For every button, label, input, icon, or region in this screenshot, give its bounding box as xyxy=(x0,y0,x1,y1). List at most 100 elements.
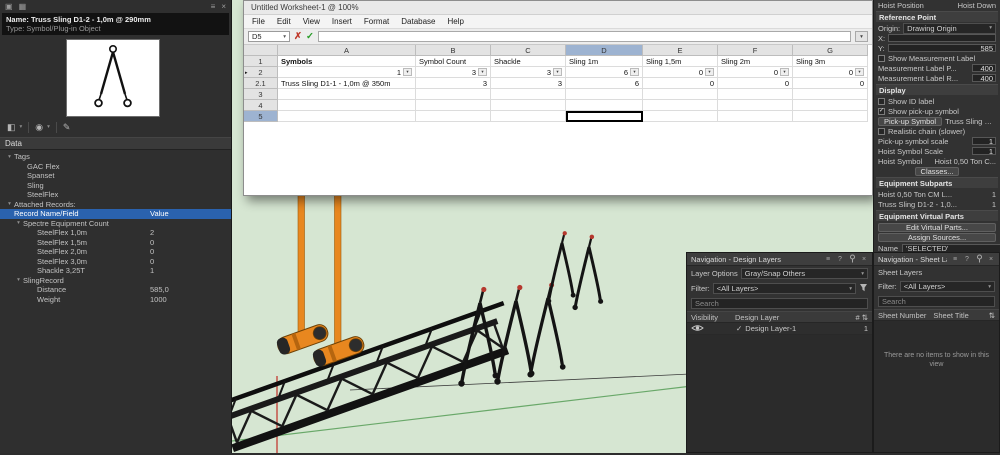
cell-e1[interactable]: Sling 1,5m xyxy=(643,56,718,67)
measurement-label-p-field[interactable]: 400 xyxy=(972,64,996,72)
formula-dropdown-icon[interactable]: ▾ xyxy=(855,31,868,42)
cell[interactable] xyxy=(491,89,566,100)
db-dropdown-icon[interactable]: ▾ xyxy=(705,68,714,76)
column-header-e[interactable]: E xyxy=(643,45,718,56)
cell-g1[interactable]: Sling 3m xyxy=(793,56,868,67)
formula-input[interactable] xyxy=(318,31,851,42)
cell[interactable] xyxy=(278,111,416,122)
menu-help[interactable]: Help xyxy=(448,17,464,26)
cell[interactable] xyxy=(643,100,718,111)
cell-b2[interactable]: 3 ▾ xyxy=(416,67,491,78)
style-dropdown-icon[interactable]: ▾ xyxy=(20,124,23,130)
cell[interactable] xyxy=(793,111,868,122)
tree-group-attached-records[interactable]: ▾ Attached Records: xyxy=(0,200,231,210)
cell-g2[interactable]: 0 ▾ xyxy=(793,67,868,78)
cell[interactable] xyxy=(491,111,566,122)
pickup-symbol-button[interactable]: Pick-up Symbol xyxy=(878,117,942,126)
y-field[interactable]: 585 xyxy=(888,44,996,52)
column-header-g[interactable]: G xyxy=(793,45,868,56)
column-header-a[interactable]: A xyxy=(278,45,416,56)
tree-group-slingrecord[interactable]: ▾ SlingRecord xyxy=(0,276,231,286)
column-header-b[interactable]: B xyxy=(416,45,491,56)
menu-database[interactable]: Database xyxy=(401,17,435,26)
cell-c2[interactable]: 3 ▾ xyxy=(491,67,566,78)
layer-filter-dropdown[interactable]: <All Layers> ▾ xyxy=(713,283,856,294)
tag-item[interactable]: SteelFlex xyxy=(0,190,231,200)
record-row[interactable]: Shackle 3,25T 1 xyxy=(0,266,231,276)
menu-icon[interactable]: ≡ xyxy=(824,256,832,263)
cell[interactable] xyxy=(566,100,643,111)
db-dropdown-icon[interactable]: ▾ xyxy=(630,68,639,76)
cell-b2-1[interactable]: 3 xyxy=(416,78,491,89)
db-dropdown-icon[interactable]: ▾ xyxy=(553,68,562,76)
cell[interactable] xyxy=(718,89,793,100)
cell[interactable] xyxy=(643,111,718,122)
cell-a1[interactable]: Symbols xyxy=(278,56,416,67)
sling-symbol[interactable] xyxy=(572,235,603,310)
shape-tab-icon[interactable]: ▣ xyxy=(5,2,13,11)
cell-a2[interactable]: 1 ▾ xyxy=(278,67,416,78)
sling-symbol[interactable] xyxy=(494,285,534,385)
db-dropdown-icon[interactable]: ▾ xyxy=(855,68,864,76)
cell-g2-1[interactable]: 0 xyxy=(793,78,868,89)
tag-item[interactable]: GAC Flex xyxy=(0,162,231,172)
cancel-entry-icon[interactable]: ✗ xyxy=(294,31,302,42)
cell[interactable] xyxy=(278,89,416,100)
hoist-symbol-value[interactable]: Hoist 0,50 Ton C... xyxy=(934,157,996,166)
record-row[interactable]: Weight 1000 xyxy=(0,295,231,305)
sheet-search-input[interactable] xyxy=(878,296,995,307)
cell[interactable] xyxy=(416,111,491,122)
cell-f2[interactable]: 0 ▾ xyxy=(718,67,793,78)
column-header-c[interactable]: C xyxy=(491,45,566,56)
disclosure-icon[interactable]: ▾ xyxy=(14,277,23,283)
layer-search-input[interactable] xyxy=(691,298,868,309)
palette-titlebar[interactable]: Navigation - Design Layers ≡ ? × xyxy=(687,253,872,266)
close-icon[interactable]: × xyxy=(860,256,868,263)
cell[interactable] xyxy=(416,100,491,111)
sling-symbol[interactable] xyxy=(546,231,576,303)
menu-view[interactable]: View xyxy=(303,17,320,26)
cell[interactable] xyxy=(793,100,868,111)
data-tab-icon[interactable]: ▦ xyxy=(19,2,27,11)
panel-menu-icon[interactable]: ≡ xyxy=(211,2,216,11)
pickup-symbol-scale-field[interactable]: 1 xyxy=(972,137,996,145)
grid-corner[interactable] xyxy=(244,45,278,56)
cell-e2-1[interactable]: 0 xyxy=(643,78,718,89)
cell[interactable] xyxy=(416,89,491,100)
sheet-layers-label[interactable]: Sheet Layers xyxy=(878,268,922,277)
tag-item[interactable]: Spanset xyxy=(0,171,231,181)
accept-entry-icon[interactable]: ✓ xyxy=(306,31,314,42)
pin-icon[interactable] xyxy=(848,254,856,265)
db-dropdown-icon[interactable]: ▾ xyxy=(780,68,789,76)
design-layer-column-header[interactable]: Design Layer xyxy=(735,313,854,322)
disclosure-icon[interactable]: ▾ xyxy=(5,201,14,207)
cell[interactable] xyxy=(718,111,793,122)
row-header-5[interactable]: 5 xyxy=(244,111,278,122)
menu-format[interactable]: Format xyxy=(364,17,389,26)
hoist-position-value[interactable]: Hoist Down xyxy=(958,1,996,10)
sort-icon[interactable]: ⇅ xyxy=(862,313,868,322)
record-row[interactable]: SteelFlex 2,0m 0 xyxy=(0,247,231,257)
chevron-down-icon[interactable]: ▾ xyxy=(283,34,286,40)
cell-d2-1[interactable]: 6 xyxy=(566,78,643,89)
row-header-4[interactable]: 4 xyxy=(244,100,278,111)
cell-c2-1[interactable]: 3 xyxy=(491,78,566,89)
sling-symbol[interactable] xyxy=(458,287,498,387)
design-layer-row[interactable]: ✓ Design Layer-1 1 xyxy=(687,323,872,335)
disclosure-icon[interactable]: ▾ xyxy=(5,154,14,160)
menu-edit[interactable]: Edit xyxy=(277,17,291,26)
cell[interactable] xyxy=(718,100,793,111)
origin-dropdown[interactable]: Drawing Origin ▾ xyxy=(903,23,996,34)
edit-tool-icon[interactable]: ✎ xyxy=(63,122,71,133)
sort-icon[interactable]: ⇅ xyxy=(989,311,995,320)
help-icon[interactable]: ? xyxy=(963,256,971,263)
visibility-eye-icon[interactable] xyxy=(691,324,733,334)
cell-f2-1[interactable]: 0 xyxy=(718,78,793,89)
edit-virtual-parts-button[interactable]: Edit Virtual Parts... xyxy=(878,223,996,232)
measurement-label-r-field[interactable]: 400 xyxy=(972,74,996,82)
row-header-2[interactable]: ▸ 2 xyxy=(244,67,278,78)
record-row[interactable]: Distance 585,0 xyxy=(0,285,231,295)
hoist-symbol-scale-field[interactable]: 1 xyxy=(972,147,996,155)
show-measurement-label-checkbox[interactable] xyxy=(878,55,885,62)
cell[interactable] xyxy=(491,100,566,111)
